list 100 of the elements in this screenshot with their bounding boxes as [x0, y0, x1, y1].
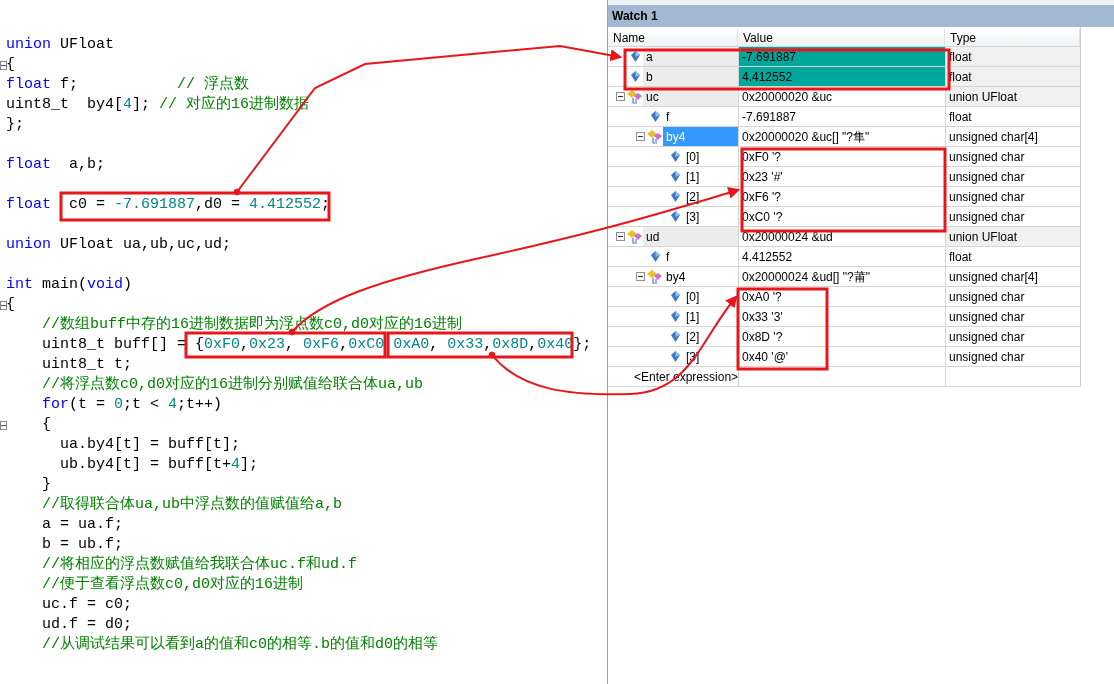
panel-title: Watch 1: [608, 5, 1114, 27]
value-cell: 0x23 '#': [738, 167, 945, 186]
number-literal: 4: [168, 396, 178, 413]
type-cell: float: [945, 47, 1080, 66]
collapse-icon[interactable]: [636, 272, 645, 281]
fold-icon[interactable]: [0, 421, 7, 430]
variable-icon: [670, 291, 680, 302]
number-literal: 4: [123, 96, 133, 113]
variable-name[interactable]: [2]: [683, 327, 738, 346]
type-cell: unsigned char: [945, 147, 1080, 166]
code-text: ub.by4[t] = buff[t+: [59, 456, 232, 473]
code-text: ,: [429, 336, 440, 353]
variable-name[interactable]: [0]: [683, 287, 738, 306]
collapse-icon[interactable]: [616, 232, 625, 241]
type-cell: unsigned char: [945, 167, 1080, 186]
variable-name[interactable]: [2]: [683, 187, 738, 206]
code-text: main(: [41, 276, 88, 293]
code-text: b = ub.f;: [41, 536, 124, 553]
code-text: a,b;: [68, 156, 106, 173]
variable-name[interactable]: [1]: [683, 167, 738, 186]
variable-icon: [670, 191, 680, 202]
code-text: ,: [483, 336, 493, 353]
variable-name[interactable]: f: [663, 107, 738, 126]
code-text: };: [6, 116, 24, 133]
fold-icon[interactable]: [0, 301, 7, 310]
code-text: f;: [59, 76, 80, 93]
code-keyword: for: [41, 396, 69, 413]
struct-icon: [627, 89, 643, 104]
code-text: uint8_t by4[: [6, 96, 124, 113]
value-cell: 0x40 '@': [738, 347, 945, 366]
number-literal: -7.691887: [114, 196, 196, 213]
code-keyword: float: [6, 196, 51, 213]
code-text: ];: [240, 456, 259, 473]
code-comment: //将相应的浮点数赋值给我联合体uc.f和ud.f: [41, 556, 358, 573]
struct-icon: [647, 269, 663, 284]
code-keyword: union: [6, 36, 51, 53]
number-literal: 0xA0: [393, 336, 430, 353]
number-literal: 4.412552: [249, 196, 322, 213]
code-comment: // 浮点数: [177, 76, 250, 93]
code-text: ;: [321, 196, 331, 213]
type-cell: unsigned char: [945, 327, 1080, 346]
code-text: UFloat: [59, 36, 115, 53]
collapse-icon[interactable]: [636, 132, 645, 141]
type-cell: float: [945, 247, 1080, 266]
type-cell: unsigned char: [945, 287, 1080, 306]
type-cell: unsigned char: [945, 307, 1080, 326]
code-text: {: [41, 416, 51, 433]
code-text: ua.by4[t] = buff[t];: [59, 436, 241, 453]
value-cell: 4.412552: [738, 247, 945, 266]
type-cell: unsigned char[4]: [945, 267, 1080, 286]
code-comment: //取得联合体ua,ub中浮点数的值赋值给a,b: [41, 496, 343, 513]
variable-name[interactable]: ud: [643, 227, 738, 246]
type-cell: union UFloat: [945, 87, 1080, 106]
value-cell: 0xA0 '?: [738, 287, 945, 306]
code-text: {: [6, 296, 15, 313]
value-cell: 4.412552: [738, 67, 945, 86]
variable-name[interactable]: b: [643, 67, 738, 86]
variable-icon: [670, 211, 680, 222]
value-cell: 0xF6 '?: [738, 187, 945, 206]
number-literal: 0xC0: [348, 336, 386, 353]
fold-icon[interactable]: [0, 61, 7, 70]
number-literal: 0xF6: [303, 336, 340, 353]
code-text: ,d0 =: [195, 196, 242, 213]
variable-name[interactable]: by4: [663, 267, 738, 286]
value-cell: 0x20000024 &ud[] "?莆": [738, 267, 945, 286]
column-header[interactable]: Name: [608, 29, 738, 46]
code-text: c0 =: [68, 196, 107, 213]
variable-name[interactable]: [1]: [683, 307, 738, 326]
code-comment: //将浮点数c0,d0对应的16进制分别赋值给联合体ua,ub: [41, 376, 424, 393]
number-literal: 4: [231, 456, 241, 473]
number-literal: 0xF0: [204, 336, 241, 353]
column-header[interactable]: Type: [945, 29, 1080, 46]
code-text: }: [41, 476, 51, 493]
variable-icon: [670, 351, 680, 362]
variable-icon: [670, 331, 680, 342]
number-literal: 0: [114, 396, 124, 413]
column-header[interactable]: Value: [738, 29, 945, 46]
code-text: uint8_t t;: [41, 356, 133, 373]
variable-icon: [670, 151, 680, 162]
value-cell: 0x33 '3': [738, 307, 945, 326]
code-text: ,: [528, 336, 538, 353]
variable-name[interactable]: [0]: [683, 147, 738, 166]
code-text: ];: [132, 96, 152, 113]
number-literal: 0x33: [447, 336, 484, 353]
code-keyword: int: [6, 276, 33, 293]
code-text: ,: [339, 336, 349, 353]
code-keyword: float: [6, 156, 51, 173]
code-text: ): [123, 276, 133, 293]
variable-name[interactable]: [3]: [683, 207, 738, 226]
type-cell: unsigned char[4]: [945, 127, 1080, 146]
code-text: a = ua.f;: [41, 516, 124, 533]
code-keyword: union: [6, 236, 51, 253]
code-text: ;t <: [123, 396, 161, 413]
collapse-icon[interactable]: [616, 92, 625, 101]
code-text: };: [573, 336, 592, 353]
type-cell: union UFloat: [945, 227, 1080, 246]
variable-name[interactable]: f: [663, 247, 738, 266]
variable-icon: [630, 71, 640, 82]
code-text: uc.f = c0;: [41, 596, 133, 613]
struct-icon: [647, 129, 663, 144]
